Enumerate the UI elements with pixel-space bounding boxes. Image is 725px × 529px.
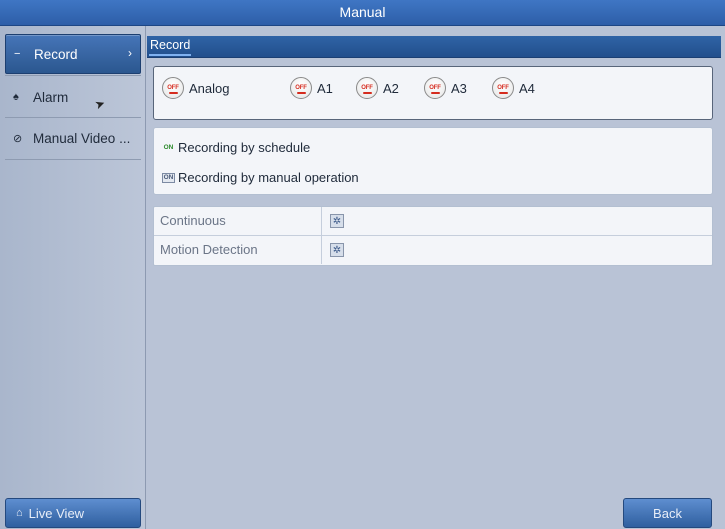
record-mode-table: Continuous ✲ Motion Detection ✲ (153, 206, 713, 266)
window-title: Manual (339, 4, 386, 20)
on-box-icon: ON (162, 172, 175, 183)
sidebar-item-record[interactable]: − Record › (5, 34, 141, 74)
camera-toggle-a4[interactable]: OFF A4 (492, 77, 535, 99)
minus-icon: − (14, 48, 21, 60)
sidebar-item-manual-video[interactable]: ⊘ Manual Video ... (5, 118, 141, 158)
legend-schedule: ON Recording by schedule (162, 140, 311, 155)
off-toggle-icon: OFF (356, 77, 378, 99)
toggle-state: OFF (429, 85, 441, 91)
chevron-right-icon: › (128, 46, 132, 60)
video-check-icon: ⊘ (13, 132, 23, 145)
camera-name: A1 (317, 80, 333, 96)
back-button[interactable]: Back (623, 498, 712, 528)
camera-toggle-a3[interactable]: OFF A3 (424, 77, 467, 99)
tab-record[interactable]: Record (149, 38, 192, 56)
sidebar-item-label: Manual Video ... (33, 130, 131, 146)
toggle-state: OFF (167, 85, 179, 91)
legend-label: Recording by manual operation (178, 170, 359, 185)
divider (5, 159, 141, 160)
sidebar-item-alarm[interactable]: ♠ Alarm (5, 77, 141, 117)
off-toggle-icon: OFF (424, 77, 446, 99)
home-icon: ⌂ (16, 507, 23, 519)
gear-icon[interactable]: ✲ (330, 243, 344, 257)
toggle-state: OFF (497, 85, 509, 91)
sidebar-item-label: Alarm (33, 89, 69, 105)
table-row: Continuous ✲ (154, 207, 712, 236)
off-toggle-icon: OFF (492, 77, 514, 99)
toggle-state: OFF (295, 85, 307, 91)
tab-bar: Record (147, 36, 721, 58)
table-row: Motion Detection ✲ (154, 236, 712, 265)
sidebar-item-label: Record (34, 46, 78, 62)
camera-name: A3 (451, 80, 467, 96)
camera-name: Analog (189, 80, 230, 96)
window-title-bar: Manual (0, 0, 725, 26)
legend-manual: ON Recording by manual operation (162, 170, 359, 185)
camera-toggle-a1[interactable]: OFF A1 (290, 77, 333, 99)
alarm-icon: ♠ (13, 91, 19, 103)
divider (5, 75, 141, 76)
main-content: Record OFF Analog OFF A1 OFF A2 OFF A3 O… (147, 26, 725, 529)
live-view-label: Live View (28, 505, 85, 521)
mode-label: Motion Detection (154, 236, 322, 264)
sidebar: − Record › ♠ Alarm ⊘ Manual Video ... (0, 26, 146, 529)
gear-icon[interactable]: ✲ (330, 214, 344, 228)
camera-name: A2 (383, 80, 399, 96)
on-green-icon: ON (163, 144, 174, 151)
recording-legend-panel: ON Recording by schedule ON Recording by… (153, 127, 713, 195)
camera-panel: OFF Analog OFF A1 OFF A2 OFF A3 OFF A4 (153, 66, 713, 120)
legend-label: Recording by schedule (178, 140, 311, 155)
camera-name: A4 (519, 80, 535, 96)
off-toggle-icon: OFF (290, 77, 312, 99)
mode-label: Continuous (154, 207, 322, 235)
live-view-button[interactable]: ⌂ Live View (5, 498, 141, 528)
toggle-state: OFF (361, 85, 373, 91)
off-toggle-icon: OFF (162, 77, 184, 99)
camera-toggle-analog[interactable]: OFF Analog (162, 77, 229, 99)
camera-toggle-a2[interactable]: OFF A2 (356, 77, 399, 99)
